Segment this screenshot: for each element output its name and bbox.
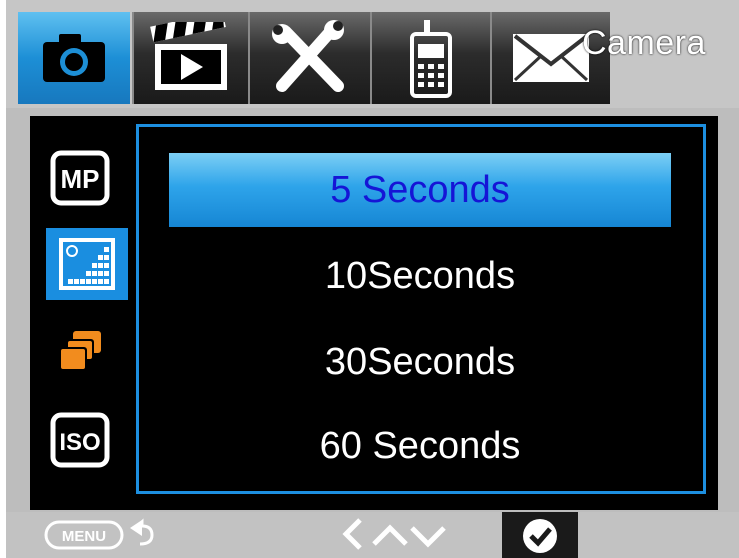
sidebar-item-burst[interactable] (44, 316, 116, 388)
menu-back-hint[interactable]: MENU (44, 516, 154, 557)
ok-button[interactable] (502, 512, 578, 558)
option-10-seconds[interactable]: 10Seconds (169, 239, 671, 313)
tools-icon (272, 20, 344, 92)
burst-icon (59, 331, 101, 371)
options-list: 5 Seconds 10Seconds 30Seconds 60 Seconds (136, 124, 706, 494)
footer-bar: MENU (6, 512, 739, 558)
iso-icon: ISO (50, 412, 110, 468)
iso-label: ISO (59, 429, 100, 456)
menu-label: MENU (62, 528, 106, 545)
camera-menu-screen: Camera MP ISO 5 Seconds 10Seconds 30Seco… (6, 0, 739, 558)
navigation-hint (340, 516, 450, 557)
sidebar-item-iso[interactable]: ISO (44, 404, 116, 476)
walkie-talkie-icon (410, 20, 452, 98)
tab-network[interactable] (370, 12, 490, 104)
camera-icon (43, 34, 105, 82)
left-up-down-arrows-icon (342, 518, 446, 550)
option-5-seconds[interactable]: 5 Seconds (169, 153, 671, 227)
option-60-seconds[interactable]: 60 Seconds (169, 409, 671, 483)
tab-video[interactable] (132, 12, 248, 104)
mp-resolution-icon: MP (50, 150, 110, 206)
tab-settings[interactable] (248, 12, 370, 104)
checkmark-icon (502, 512, 578, 558)
interval-icon (59, 238, 115, 290)
settings-panel: MP ISO 5 Seconds 10Seconds 30Seconds 60 … (30, 116, 718, 510)
top-tab-bar: Camera (6, 0, 739, 108)
mp-label: MP (61, 164, 100, 194)
video-clapper-icon (150, 22, 227, 90)
tab-camera[interactable] (18, 12, 130, 104)
menu-button-icon: MENU (44, 518, 154, 550)
envelope-icon (513, 34, 589, 82)
sidebar-item-interval[interactable] (46, 228, 128, 300)
sidebar-item-resolution[interactable]: MP (44, 142, 116, 214)
option-30-seconds[interactable]: 30Seconds (169, 325, 671, 399)
sidebar: MP ISO (30, 116, 136, 510)
return-arrow-icon (130, 520, 142, 536)
page-title: Camera (582, 24, 706, 62)
